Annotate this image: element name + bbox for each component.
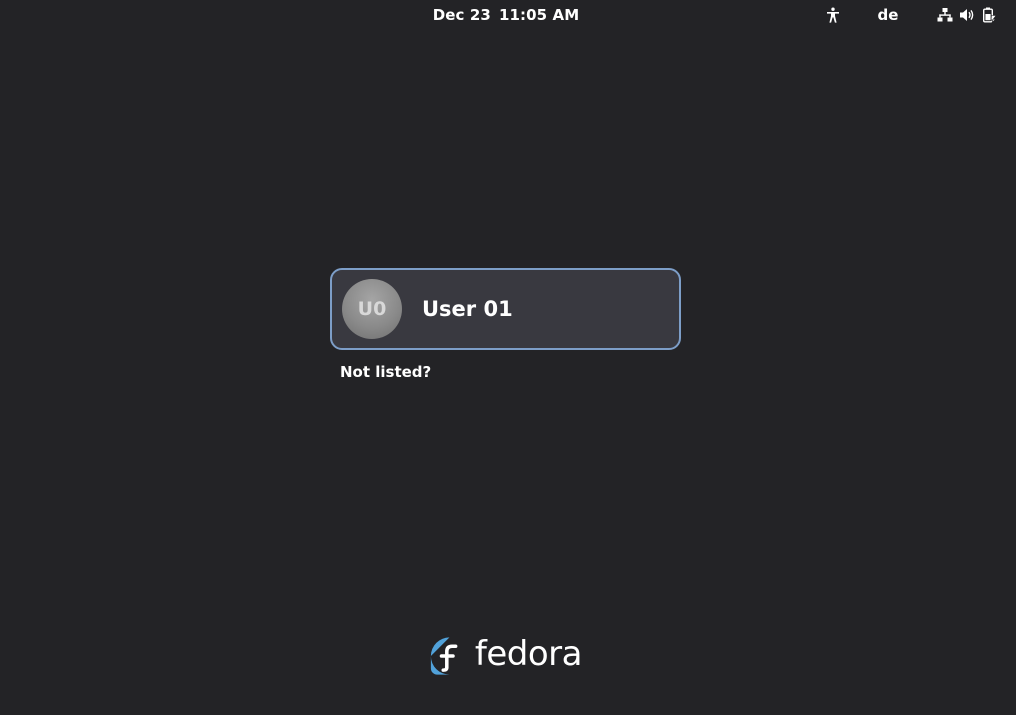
fedora-logo: fedora (430, 633, 583, 679)
battery-icon (981, 7, 997, 23)
avatar: U0 (342, 279, 402, 339)
top-bar: Dec 23 11:05 AM de (0, 0, 1016, 30)
fedora-logo-text: fedora (474, 634, 583, 674)
accessibility-menu[interactable] (820, 0, 846, 30)
keyboard-layout-label: de (877, 6, 899, 24)
volume-icon (959, 7, 975, 23)
system-status-menu[interactable] (924, 0, 1010, 30)
user-name: User 01 (422, 297, 513, 321)
fedora-logo-icon (430, 637, 469, 675)
user-list-item[interactable]: U0 User 01 (330, 268, 681, 350)
not-listed-button[interactable]: Not listed? (340, 361, 431, 383)
accessibility-icon (827, 7, 839, 23)
date-time-menu[interactable]: Dec 23 11:05 AM (430, 0, 582, 30)
avatar-initials: U0 (357, 298, 387, 320)
time-label: 11:05 AM (498, 6, 580, 24)
keyboard-layout-indicator[interactable]: de (870, 0, 906, 30)
date-label: Dec 23 (432, 6, 491, 24)
network-wired-icon (937, 7, 953, 23)
